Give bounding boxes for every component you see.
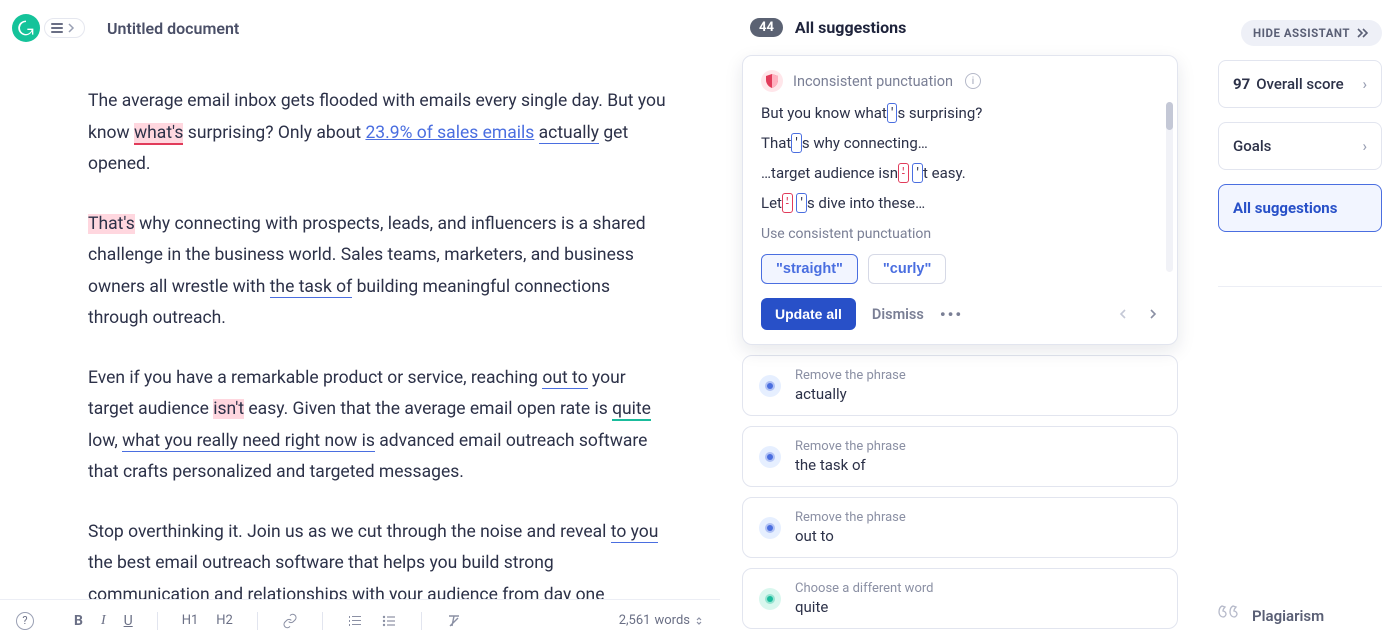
suggestion-card[interactable]: Remove the phrase actually xyxy=(742,355,1178,416)
chevron-right-icon xyxy=(66,23,76,33)
suggestion-card[interactable]: Choose a different word quite xyxy=(742,568,1178,629)
document-title[interactable]: Untitled document xyxy=(107,19,239,38)
menu-button[interactable] xyxy=(44,18,85,38)
choice-curly[interactable]: "curly" xyxy=(868,254,946,284)
word-count[interactable]: 2,561 words xyxy=(619,613,704,628)
h1-button[interactable]: H1 xyxy=(182,613,199,628)
chevron-right-icon: › xyxy=(1362,137,1367,155)
card-label: Choose a different word xyxy=(795,581,933,596)
underline-actually[interactable]: actually xyxy=(539,123,599,144)
suggestion-card[interactable]: Remove the phrase out to xyxy=(742,497,1178,558)
paragraph-1: The average email inbox gets flooded wit… xyxy=(88,86,672,181)
engagement-icon xyxy=(759,588,781,610)
card-label: Remove the phrase xyxy=(795,439,906,454)
clarity-icon xyxy=(759,375,781,397)
paragraph-3: Even if you have a remarkable product or… xyxy=(88,363,672,489)
h2-button[interactable]: H2 xyxy=(216,613,233,628)
highlight-whats[interactable]: what's xyxy=(134,123,183,145)
card-label: Remove the phrase xyxy=(795,510,906,525)
dismiss-button[interactable]: Dismiss xyxy=(872,306,924,323)
overall-score-card[interactable]: 97Overall score › xyxy=(1218,60,1382,108)
choice-straight[interactable]: "straight" xyxy=(761,254,858,284)
suggestions-column: 44 All suggestions Inconsistent punctuat… xyxy=(720,0,1200,641)
underline-need[interactable]: what you really need right now is xyxy=(122,431,375,452)
underline-toyou[interactable]: to you xyxy=(611,522,659,543)
clarity-icon xyxy=(759,446,781,468)
goals-card[interactable]: Goals › xyxy=(1218,122,1382,170)
grammarly-logo[interactable] xyxy=(12,14,40,42)
suggestion-card[interactable]: Remove the phrase the task of xyxy=(742,426,1178,487)
bold-button[interactable]: B xyxy=(74,613,83,629)
highlight-thats[interactable]: That's xyxy=(88,214,135,234)
link-open-rate[interactable]: 23.9% of sales emails xyxy=(365,123,534,143)
card-value: the task of xyxy=(795,456,906,474)
help-icon[interactable]: ? xyxy=(16,612,34,630)
scrollbar-thumb[interactable] xyxy=(1166,102,1173,130)
paragraph-2: That's why connecting with prospects, le… xyxy=(88,209,672,335)
divider xyxy=(1218,286,1382,287)
card-value: actually xyxy=(795,385,906,403)
chevron-up-down-icon xyxy=(694,616,704,626)
next-icon[interactable] xyxy=(1147,308,1159,320)
hint-text: Use consistent punctuation xyxy=(761,226,1159,242)
right-column: HIDE ASSISTANT 97Overall score › Goals ›… xyxy=(1200,0,1400,641)
unordered-list-button[interactable] xyxy=(381,613,397,629)
update-all-button[interactable]: Update all xyxy=(761,298,856,330)
suggestions-title: All suggestions xyxy=(795,18,906,37)
shield-icon xyxy=(761,70,783,92)
highlight-isnt[interactable]: isn't xyxy=(213,399,244,419)
quote-icon xyxy=(1218,604,1240,627)
ordered-list-button[interactable] xyxy=(347,613,363,629)
prev-icon[interactable] xyxy=(1117,308,1129,320)
link-button[interactable] xyxy=(282,613,298,629)
info-icon[interactable]: i xyxy=(965,73,981,89)
issue-name: Inconsistent punctuation xyxy=(793,73,953,90)
plagiarism-row[interactable]: Plagiarism xyxy=(1218,604,1382,627)
underline-outto[interactable]: out to xyxy=(542,368,587,389)
clarity-icon xyxy=(759,517,781,539)
underline-quite[interactable]: quite xyxy=(612,399,651,421)
suggestion-card-expanded[interactable]: Inconsistent punctuation i But you know … xyxy=(742,55,1178,345)
card-value: quite xyxy=(795,598,933,616)
suggestions-header: 44 All suggestions xyxy=(742,18,1178,37)
toolbar: ? B I U H1 H2 2,561 wor xyxy=(0,599,720,641)
hide-assistant-button[interactable]: HIDE ASSISTANT xyxy=(1241,20,1382,46)
issue-examples: But you know what's surprising? That's w… xyxy=(761,104,1159,212)
suggestions-count-badge: 44 xyxy=(750,18,783,37)
chevron-right-icon: › xyxy=(1362,75,1367,93)
hamburger-icon xyxy=(51,23,63,33)
more-icon[interactable]: ••• xyxy=(940,305,963,324)
header: Untitled document xyxy=(0,0,720,52)
editor-column: Untitled document The average email inbo… xyxy=(0,0,720,641)
chevron-double-right-icon xyxy=(1356,28,1370,38)
editor-body[interactable]: The average email inbox gets flooded wit… xyxy=(0,52,720,641)
clear-format-button[interactable] xyxy=(446,613,462,629)
card-value: out to xyxy=(795,527,906,545)
italic-button[interactable]: I xyxy=(101,613,106,629)
underline-button[interactable]: U xyxy=(124,613,133,629)
card-label: Remove the phrase xyxy=(795,368,906,383)
paragraph-4: Stop overthinking it. Join us as we cut … xyxy=(88,517,672,612)
all-suggestions-card[interactable]: All suggestions xyxy=(1218,184,1382,232)
underline-task[interactable]: the task of xyxy=(270,277,353,298)
